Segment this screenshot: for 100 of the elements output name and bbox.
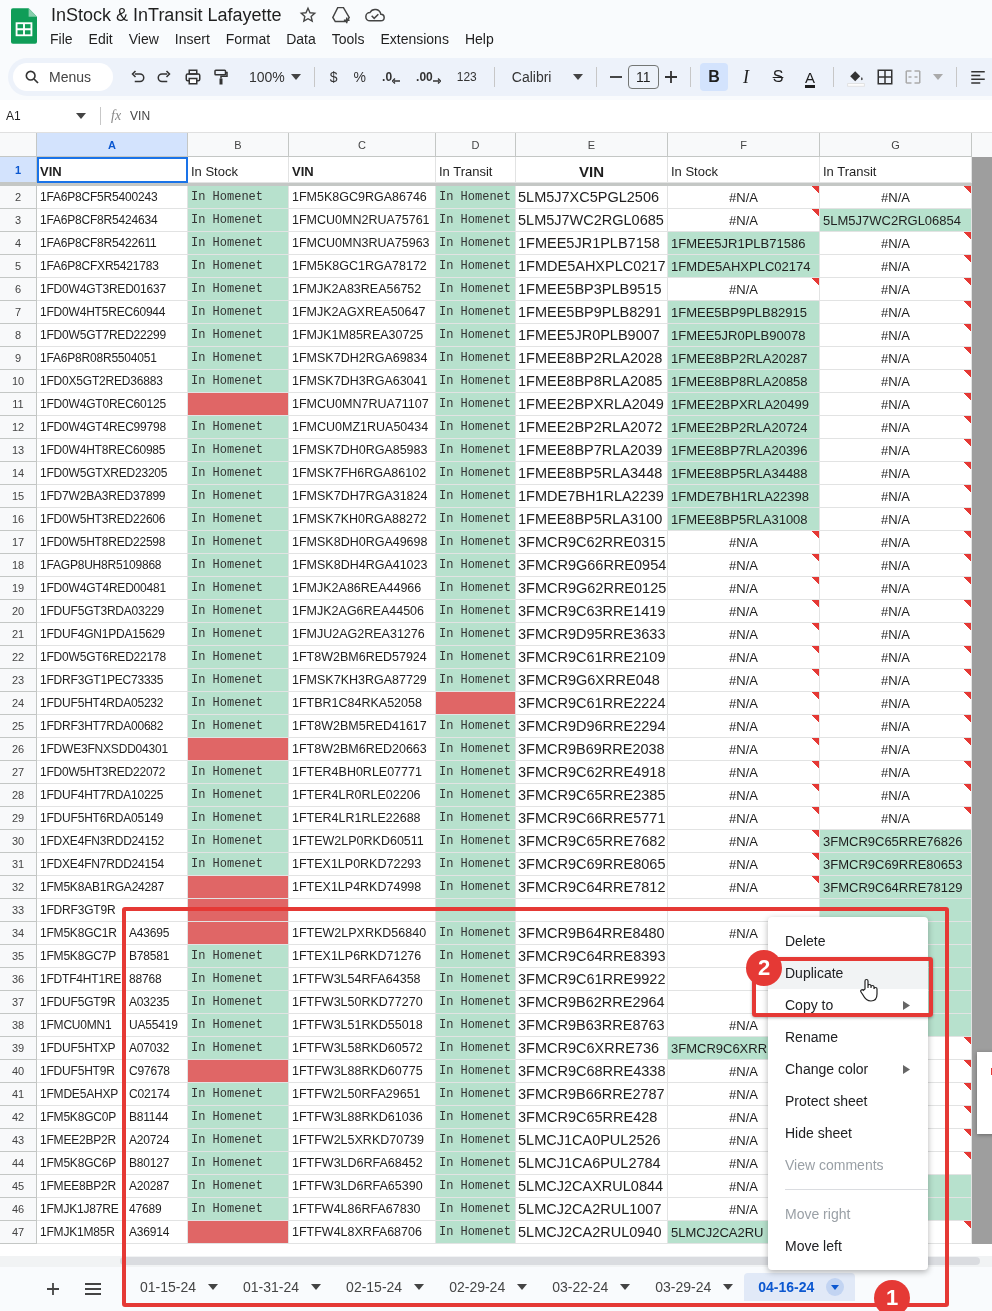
row-header[interactable]: 41 — [0, 1083, 37, 1106]
row-header[interactable]: 20 — [0, 600, 37, 623]
row-header[interactable]: 2 — [0, 186, 37, 209]
column-header[interactable]: C — [289, 133, 436, 157]
row-header[interactable]: 7 — [0, 301, 37, 324]
table-cell-text: 1FMEE2BP2R — [40, 1133, 118, 1147]
table-cell: In Homenet — [436, 1198, 516, 1221]
row-header[interactable]: 21 — [0, 623, 37, 646]
font-size-field[interactable]: 11 — [627, 65, 659, 89]
table-cell-text: 1FM5K8GC6P — [40, 1156, 118, 1170]
menu-item[interactable]: Format — [225, 31, 279, 47]
row-header[interactable]: 22 — [0, 646, 37, 669]
row-header[interactable]: 28 — [0, 784, 37, 807]
decrease-decimal-button[interactable]: .0 — [382, 70, 401, 84]
column-header[interactable]: G — [820, 133, 972, 157]
row-header[interactable]: 19 — [0, 577, 37, 600]
row-header[interactable]: 18 — [0, 554, 37, 577]
menu-item[interactable]: File — [50, 31, 81, 47]
row-header[interactable]: 40 — [0, 1060, 37, 1083]
row-header[interactable]: 29 — [0, 807, 37, 830]
sheet-tab[interactable]: 03-22-24 — [538, 1272, 642, 1301]
bold-button[interactable]: B — [700, 63, 728, 91]
row-header[interactable]: 15 — [0, 485, 37, 508]
percent-format-button[interactable]: % — [353, 69, 367, 85]
row-header[interactable]: 47 — [0, 1221, 37, 1244]
row-header[interactable]: 44 — [0, 1152, 37, 1175]
table-cell: In Homenet — [188, 945, 289, 968]
table-cell: In Homenet — [436, 255, 516, 278]
column-header[interactable]: E — [516, 133, 668, 157]
column-header[interactable]: F — [668, 133, 820, 157]
document-title[interactable]: InStock & InTransit Lafayette — [51, 4, 282, 26]
menu-item[interactable]: Data — [286, 31, 324, 47]
formula-field[interactable]: VIN — [130, 109, 151, 123]
menu-item[interactable]: Tools — [331, 31, 373, 47]
table-cell: In Homenet — [188, 255, 289, 278]
sheet-tab[interactable]: 03-29-24 — [641, 1272, 745, 1301]
row-header[interactable]: 10 — [0, 370, 37, 393]
sheet-tab[interactable]: 01-31-24 — [229, 1272, 333, 1301]
table-cell: #N/A — [820, 278, 972, 301]
number-format-button[interactable]: 123 — [456, 70, 477, 84]
table-cell: In Homenet — [188, 1152, 289, 1175]
row-header[interactable]: 37 — [0, 991, 37, 1014]
name-box[interactable]: A1 — [6, 109, 70, 123]
row-header[interactable]: 9 — [0, 347, 37, 370]
row-header[interactable]: 33 — [0, 899, 37, 922]
table-cell: 1FMEE8BP8RLA20858 — [668, 370, 820, 393]
sheet-tab[interactable]: 04-16-24 — [744, 1272, 856, 1301]
table-cell: In Homenet — [436, 1014, 516, 1037]
row-header[interactable]: 34 — [0, 922, 37, 945]
sheet-tab[interactable]: 02-29-24 — [435, 1272, 539, 1301]
menu-item[interactable]: View — [128, 31, 167, 47]
row-header[interactable]: 36 — [0, 968, 37, 991]
row-header[interactable]: 8 — [0, 324, 37, 347]
font-dropdown[interactable]: Calibri — [511, 69, 567, 85]
menu-item[interactable]: Help — [464, 31, 502, 47]
row-header[interactable]: 13 — [0, 439, 37, 462]
currency-format-button[interactable]: $ — [329, 69, 338, 85]
table-cell: In Homenet — [436, 715, 516, 738]
row-header[interactable]: 12 — [0, 416, 37, 439]
sheet-tab[interactable]: 02-15-24 — [332, 1272, 436, 1301]
italic-button[interactable]: I — [732, 63, 760, 91]
row-header[interactable]: 32 — [0, 876, 37, 899]
row-header[interactable]: 6 — [0, 278, 37, 301]
text-color-button[interactable]: A — [796, 63, 824, 91]
row-header[interactable]: 39 — [0, 1037, 37, 1060]
row-header[interactable]: 17 — [0, 531, 37, 554]
column-header[interactable]: B — [188, 133, 289, 157]
strikethrough-button[interactable]: S — [764, 63, 792, 91]
row-header[interactable]: 16 — [0, 508, 37, 531]
menu-item[interactable]: Extensions — [380, 31, 457, 47]
column-header[interactable]: A — [37, 133, 188, 157]
row-header[interactable]: 43 — [0, 1129, 37, 1152]
row-header[interactable]: 27 — [0, 761, 37, 784]
menu-item[interactable]: Copy to — [768, 989, 928, 1021]
row-header[interactable]: 4 — [0, 232, 37, 255]
row-header[interactable]: 26 — [0, 738, 37, 761]
row-header[interactable]: 5 — [0, 255, 37, 278]
table-cell: 1FMEE5JR1PLB71586 — [668, 232, 820, 255]
zoom-dropdown[interactable]: 100% — [249, 69, 285, 85]
row-header[interactable]: 1 — [0, 157, 37, 183]
row-header[interactable]: 42 — [0, 1106, 37, 1129]
increase-decimal-button[interactable]: .00 — [416, 70, 441, 84]
menu-search-field[interactable]: Menus — [13, 63, 113, 91]
sheet-tab[interactable]: 01-15-24 — [126, 1272, 230, 1301]
row-header[interactable]: 11 — [0, 393, 37, 416]
row-header[interactable]: 30 — [0, 830, 37, 853]
row-header[interactable]: 3 — [0, 209, 37, 232]
row-header[interactable]: 31 — [0, 853, 37, 876]
row-header[interactable]: 45 — [0, 1175, 37, 1198]
row-header[interactable]: 35 — [0, 945, 37, 968]
column-header[interactable]: D — [436, 133, 516, 157]
row-header[interactable]: 25 — [0, 715, 37, 738]
menu-item[interactable]: Insert — [174, 31, 218, 47]
row-header[interactable]: 23 — [0, 669, 37, 692]
row-header[interactable]: 38 — [0, 1014, 37, 1037]
menu-item[interactable]: Edit — [88, 31, 121, 47]
row-header[interactable]: 46 — [0, 1198, 37, 1221]
row-header[interactable]: 24 — [0, 692, 37, 715]
row-header[interactable]: 14 — [0, 462, 37, 485]
table-cell: #N/A — [668, 186, 820, 209]
